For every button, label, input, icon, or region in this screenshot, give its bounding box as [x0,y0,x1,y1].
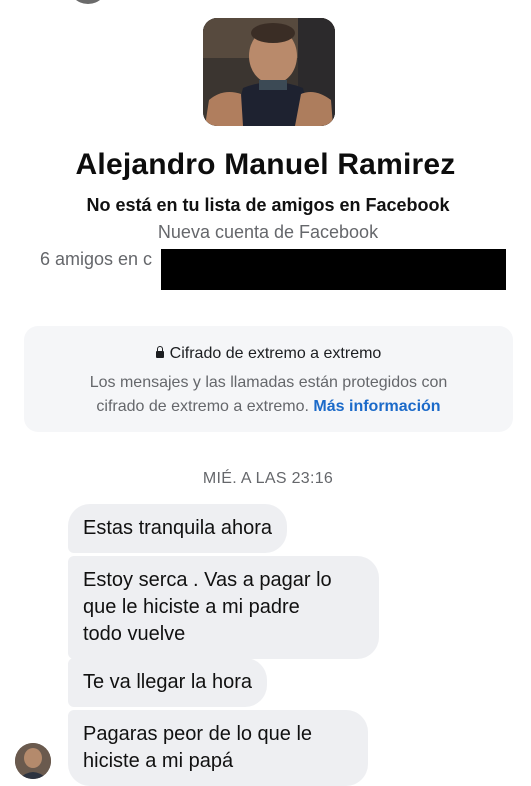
message-line: Pagaras peor de lo que le [83,723,313,745]
message-line: Te va llegar la hora [83,671,252,693]
sender-avatar[interactable] [15,743,51,779]
new-account-notice: Nueva cuenta de Facebook [157,222,379,242]
more-info-link[interactable]: Más información [313,398,440,415]
sender-avatar-image [15,743,51,779]
encryption-title: Cifrado de extremo a extremo [169,345,382,362]
profile-name: Alejandro Manuel Ramirez [75,148,456,181]
message-bubble[interactable]: Estoy serca . Vas a pagar lo que le hici… [68,556,379,659]
mutual-friends-text: 6 amigos en c [40,249,153,269]
message-line: que le hiciste a mi padre [83,596,300,618]
encryption-body-line2-row: cifrado de extremo a extremo. Más inform… [24,395,513,419]
message-bubble[interactable]: Estas tranquila ahora [68,504,288,553]
top-avatar-peek [68,0,108,4]
redaction-box [161,249,506,290]
profile-photo-image [203,18,335,126]
message-timestamp: MIÉ. A LAS 23:16 [202,470,334,487]
message-line: todo vuelve [83,623,186,645]
encryption-body-line1: Los mensajes y las llamadas están proteg… [89,374,448,391]
message-line: Estas tranquila ahora [83,517,273,539]
profile-photo[interactable] [203,18,335,126]
message-line: hiciste a mi papá [83,750,234,772]
lock-icon [155,346,164,358]
encryption-body: Los mensajes y las llamadas están proteg… [24,371,513,419]
message-line: Estoy serca . Vas a pagar lo [83,569,332,591]
message-bubble[interactable]: Pagaras peor de lo que le hiciste a mi p… [68,710,368,786]
not-friend-notice: No está en tu lista de amigos en Faceboo… [86,195,450,215]
encryption-notice-card: Cifrado de extremo a extremo Los mensaje… [24,326,513,432]
encryption-title-row: Cifrado de extremo a extremo [24,345,513,363]
encryption-body-line2: cifrado de extremo a extremo. [96,398,309,415]
message-bubble[interactable]: Te va llegar la hora [68,658,267,707]
